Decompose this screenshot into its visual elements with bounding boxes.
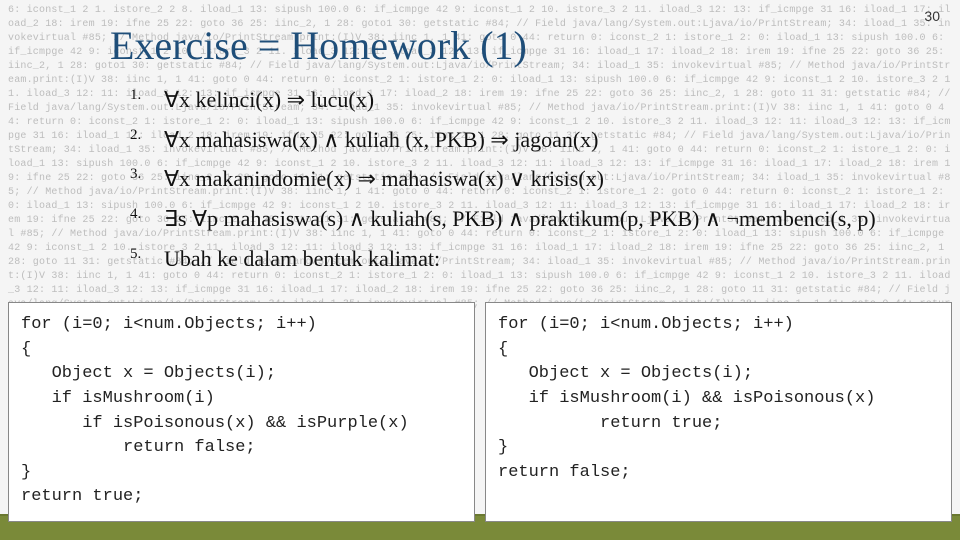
page-number: 30 <box>924 8 940 24</box>
list-item: 5. Ubah ke dalam bentuk kalimat: <box>130 244 920 274</box>
item-number: 2. <box>130 125 164 145</box>
exercise-list: 1. ∀x kelinci(x) ⇒ lucu(x) 2. ∀x mahasis… <box>130 85 920 283</box>
item-text: Ubah ke dalam bentuk kalimat: <box>164 244 920 274</box>
list-item: 1. ∀x kelinci(x) ⇒ lucu(x) <box>130 85 920 115</box>
slide: 6: iconst_1 2 1. istore_2 2 8. iload_1 1… <box>0 0 960 540</box>
list-item: 4. ∃s ∀p mahasiswa(s) ∧ kuliah(s, PKB) ∧… <box>130 204 920 234</box>
item-text: ∀x kelinci(x) ⇒ lucu(x) <box>164 85 920 115</box>
item-text: ∃s ∀p mahasiswa(s) ∧ kuliah(s, PKB) ∧ pr… <box>164 204 920 234</box>
item-text: ∀x makanindomie(x) ⇒ mahasiswa(x) ∨ kris… <box>164 164 920 194</box>
code-box-right: for (i=0; i<num.Objects; i++) { Object x… <box>485 302 952 522</box>
item-number: 5. <box>130 244 164 264</box>
code-boxes-row: for (i=0; i<num.Objects; i++) { Object x… <box>8 302 952 522</box>
item-number: 1. <box>130 85 164 105</box>
list-item: 3. ∀x makanindomie(x) ⇒ mahasiswa(x) ∨ k… <box>130 164 920 194</box>
code-box-left: for (i=0; i<num.Objects; i++) { Object x… <box>8 302 475 522</box>
list-item: 2. ∀x mahasiswa(x) ∧ kuliah (x, PKB) ⇒ j… <box>130 125 920 155</box>
item-number: 3. <box>130 164 164 184</box>
item-text: ∀x mahasiswa(x) ∧ kuliah (x, PKB) ⇒ jago… <box>164 125 920 155</box>
item-number: 4. <box>130 204 164 224</box>
slide-title: Exercise = Homework (1) <box>110 22 527 69</box>
